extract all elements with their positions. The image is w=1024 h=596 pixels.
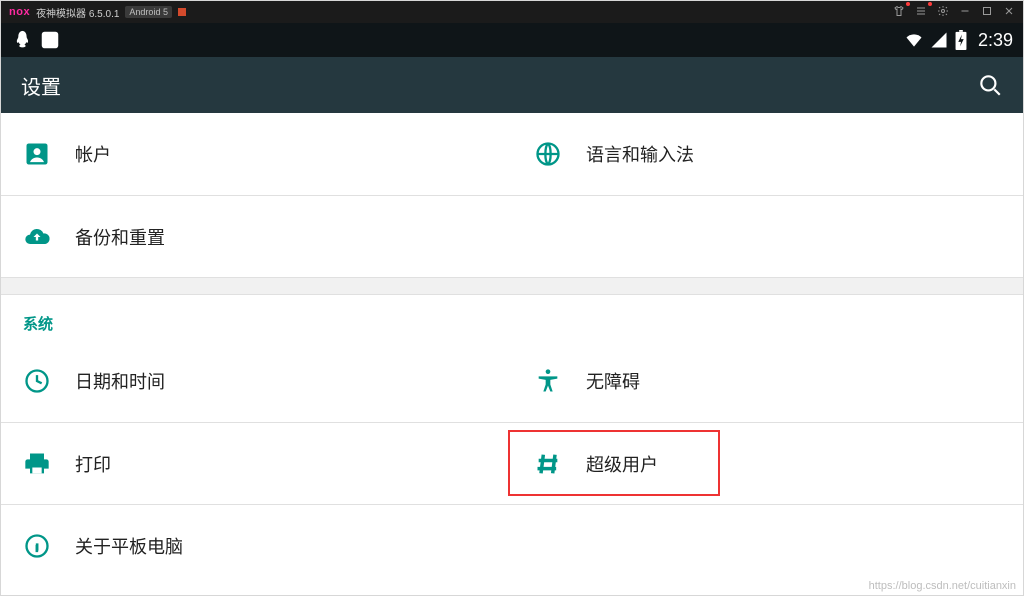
android-badge: Android 5: [125, 6, 172, 18]
recording-indicator: [178, 8, 186, 16]
empty-cell: [512, 504, 1023, 586]
settings-content: 帐户 语言和输入法 备份和重置 系统: [1, 113, 1023, 595]
settings-item-label: 关于平板电脑: [75, 533, 183, 559]
tshirt-icon[interactable]: [893, 5, 905, 19]
settings-item-printing[interactable]: 打印: [1, 422, 512, 504]
search-icon[interactable]: [977, 72, 1003, 98]
emulator-name: 夜神模拟器 6.5.0.1: [36, 5, 119, 20]
android-status-bar: 2:39: [1, 23, 1023, 57]
settings-item-language[interactable]: 语言和输入法: [512, 113, 1023, 195]
printer-icon: [23, 450, 75, 478]
signal-icon: [930, 31, 948, 49]
clock-icon: [23, 367, 75, 395]
qq-penguin-icon: [11, 29, 33, 51]
settings-item-backup[interactable]: 备份和重置: [1, 195, 512, 277]
app-bar: 设置: [1, 57, 1023, 113]
page-title: 设置: [21, 71, 61, 100]
settings-item-datetime[interactable]: 日期和时间: [1, 340, 512, 422]
section-divider: [1, 277, 1023, 295]
app-square-icon: [39, 29, 61, 51]
settings-item-label: 无障碍: [586, 368, 640, 394]
settings-item-about[interactable]: 关于平板电脑: [1, 504, 512, 586]
settings-item-label: 打印: [75, 451, 111, 477]
account-icon: [23, 140, 75, 168]
info-icon: [23, 532, 75, 560]
settings-item-label: 日期和时间: [75, 368, 165, 394]
settings-item-accessibility[interactable]: 无障碍: [512, 340, 1023, 422]
accessibility-icon: [534, 367, 586, 395]
settings-item-label: 语言和输入法: [586, 141, 694, 167]
emulator-titlebar: nox 夜神模拟器 6.5.0.1 Android 5: [1, 1, 1023, 23]
settings-item-label: 备份和重置: [75, 224, 165, 250]
menu-icon[interactable]: [915, 5, 927, 19]
settings-item-label: 帐户: [75, 141, 111, 167]
maximize-button[interactable]: [981, 5, 993, 19]
status-clock: 2:39: [978, 30, 1013, 51]
nox-logo: nox: [9, 6, 30, 18]
wifi-icon: [904, 30, 924, 50]
cloud-upload-icon: [23, 223, 75, 251]
close-button[interactable]: [1003, 5, 1015, 19]
empty-cell: [512, 195, 1023, 277]
settings-item-account[interactable]: 帐户: [1, 113, 512, 195]
gear-icon[interactable]: [937, 5, 949, 19]
minimize-button[interactable]: [959, 5, 971, 19]
battery-charging-icon: [954, 30, 968, 50]
globe-icon: [534, 140, 586, 168]
settings-item-label: 超级用户: [586, 451, 658, 477]
hash-icon: [534, 450, 586, 478]
settings-item-superuser[interactable]: 超级用户: [512, 422, 1023, 504]
section-header-system: 系统: [1, 295, 1023, 340]
